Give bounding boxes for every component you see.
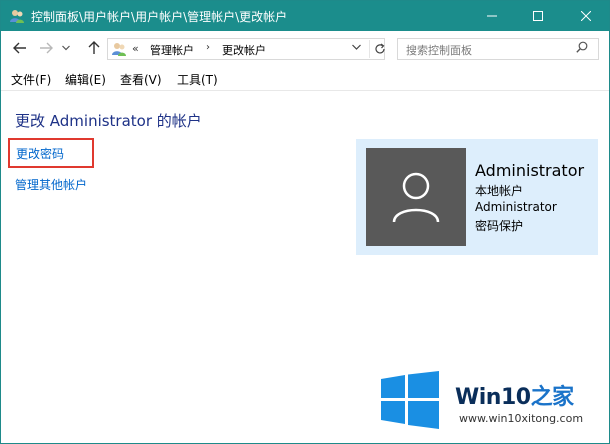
- breadcrumb-manage-accounts[interactable]: 管理帐户: [150, 42, 194, 58]
- back-arrow-icon: [13, 42, 26, 54]
- avatar: [366, 148, 466, 246]
- windows-logo-icon: [381, 371, 439, 429]
- watermark-brand-suffix: 之家: [530, 385, 575, 410]
- minimize-icon: [487, 15, 497, 17]
- up-button[interactable]: [85, 39, 103, 57]
- menu-tools[interactable]: 工具(T): [177, 71, 218, 88]
- recent-dropdown-icon: [62, 45, 70, 51]
- watermark-url: www.win10xitong.com: [459, 412, 584, 425]
- user-accounts-icon: [10, 10, 24, 23]
- refresh-icon: [375, 43, 385, 54]
- close-button[interactable]: [563, 1, 609, 31]
- address-dropdown-icon: [352, 44, 361, 50]
- refresh-button[interactable]: [369, 40, 386, 58]
- account-name: Administrator: [475, 161, 585, 180]
- recent-locations-button[interactable]: [59, 39, 73, 57]
- search-box[interactable]: 搜索控制面板: [397, 38, 599, 60]
- menu-file[interactable]: 文件(F): [11, 71, 51, 88]
- back-button[interactable]: [11, 39, 29, 57]
- account-type: 本地帐户: [475, 184, 524, 198]
- close-icon: [581, 11, 591, 21]
- address-dropdown-button[interactable]: [352, 42, 361, 53]
- navigation-bar: « 管理帐户 › 更改帐户 搜索控制面板: [1, 31, 609, 67]
- control-panel-window: 控制面板\用户帐户\用户帐户\管理帐户\更改帐户 « 管理帐户 › 更改帐户 搜…: [0, 0, 610, 444]
- change-password-highlight: 更改密码: [8, 138, 94, 168]
- search-button[interactable]: [576, 41, 588, 57]
- account-group: Administrator: [475, 200, 557, 214]
- watermark-brand: Win10之家: [455, 379, 574, 411]
- watermark: Win10之家 www.win10xitong.com: [377, 371, 607, 431]
- user-avatar-icon: [392, 172, 440, 223]
- forward-button[interactable]: [37, 39, 55, 57]
- minimize-button[interactable]: [469, 1, 515, 31]
- menu-bar: 文件(F) 编辑(E) 查看(V) 工具(T): [1, 67, 609, 91]
- breadcrumb-separator[interactable]: ›: [206, 42, 210, 53]
- manage-other-accounts-link[interactable]: 管理其他帐户: [15, 176, 87, 193]
- user-accounts-icon: [112, 43, 126, 56]
- up-arrow-icon: [88, 41, 100, 54]
- watermark-brand-name: Win10: [455, 385, 531, 410]
- window-title: 控制面板\用户帐户\用户帐户\管理帐户\更改帐户: [31, 10, 288, 24]
- forward-arrow-icon: [40, 42, 53, 54]
- search-input[interactable]: 搜索控制面板: [406, 42, 472, 58]
- maximize-icon: [533, 11, 543, 21]
- account-card: Administrator 本地帐户 Administrator 密码保护: [356, 139, 598, 255]
- menu-edit[interactable]: 编辑(E): [65, 71, 106, 88]
- search-icon: [576, 41, 588, 53]
- menu-view[interactable]: 查看(V): [120, 71, 162, 88]
- title-bar[interactable]: 控制面板\用户帐户\用户帐户\管理帐户\更改帐户: [1, 1, 609, 31]
- page-title: 更改 Administrator 的帐户: [15, 112, 202, 130]
- maximize-button[interactable]: [515, 1, 561, 31]
- address-bar[interactable]: « 管理帐户 › 更改帐户: [107, 38, 385, 60]
- change-password-link[interactable]: 更改密码: [16, 145, 64, 162]
- breadcrumb-overflow[interactable]: «: [132, 42, 139, 55]
- account-protection: 密码保护: [475, 219, 524, 233]
- breadcrumb-change-account[interactable]: 更改帐户: [222, 42, 266, 58]
